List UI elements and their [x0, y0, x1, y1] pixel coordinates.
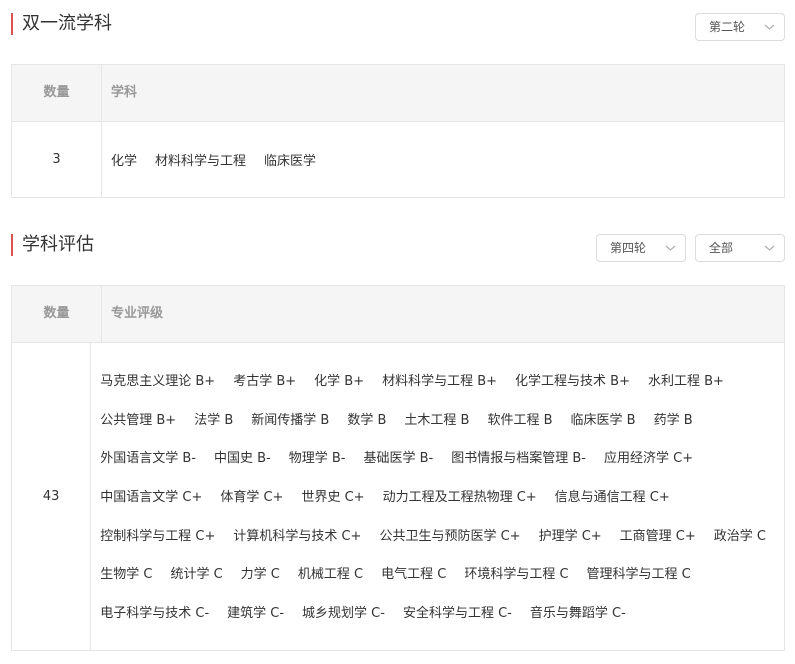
header-grades: 专业评级	[111, 306, 164, 321]
section-title: 双一流学科	[11, 13, 112, 35]
grade-row: 控制科学与工程 C+ 计算机科学与技术 C+ 公共卫生与预防医学 C+ 护理学 C+ 工…	[100, 525, 784, 564]
subject-count: 3	[12, 122, 102, 197]
grade-tag: 计算机科学与技术 C+	[233, 528, 362, 544]
grade-tag: 化学工程与技术 B+	[515, 374, 630, 389]
grade-tag: 电子科学与技术 C-	[100, 606, 210, 622]
grade-tag: 基础医学 B-	[363, 451, 434, 467]
grade-tag: 机械工程 C	[297, 567, 364, 583]
grade-tag: 生物学 C	[100, 567, 153, 583]
grade-tag: 工商管理 C+	[619, 528, 696, 544]
grade-tag: 管理科学与工程 C	[586, 567, 691, 583]
grade-tag: 动力工程及工程热物理 C+	[382, 490, 537, 506]
grade-tag: 护理学 C+	[538, 528, 602, 544]
grade-tag: 信息与通信工程 C+	[554, 490, 670, 506]
grade-tag: 建筑学 C-	[227, 606, 285, 622]
grade-tag: 外国语言文学 B-	[100, 451, 196, 467]
grade-tag: 控制科学与工程 C+	[100, 528, 216, 544]
grade-tag: 化学 B+	[314, 374, 365, 389]
chevron-down-icon	[764, 24, 775, 30]
subject-tag: 临床医学	[264, 154, 317, 169]
header-count: 数量	[12, 65, 102, 121]
level-select-value: 全部	[709, 241, 734, 255]
grade-tag: 政治学 C	[713, 528, 766, 544]
grade-row: 中国语言文学 C+ 体育学 C+ 世界史 C+ 动力工程及工程热物理 C+ 信息与通信工…	[100, 486, 784, 525]
grade-tag: 图书情报与档案管理 B-	[451, 451, 586, 467]
grade-tag: 城乡规划学 C-	[302, 606, 385, 622]
grade-tag: 新闻传播学 B	[251, 412, 330, 428]
grade-tag: 临床医学 B	[570, 412, 636, 428]
grade-row: 马克思主义理论 B+ 考古学 B+ 化学 B+ 材料科学与工程 B+ 化学工程与技术 B…	[100, 370, 784, 409]
grade-tag: 安全科学与工程 C-	[402, 606, 512, 622]
grade-tag: 马克思主义理论 B+	[100, 374, 216, 389]
table-header: 数量 学科	[12, 65, 784, 122]
grade-tag: 环境科学与工程 C	[464, 567, 569, 583]
grade-tag: 中国史 B-	[213, 451, 271, 467]
evaluation-table: 数量 专业评级 43 马克思主义理论 B+ 考古学 B+ 化学 B+ 材料科学与工程 …	[11, 285, 785, 651]
grade-tag: 音乐与舞蹈学 C-	[529, 606, 626, 622]
double-first-class-section: 双一流学科 第二轮 数量 学科 3 化学 材料科学与工程 临床医学	[11, 13, 785, 198]
table-row: 43 马克思主义理论 B+ 考古学 B+ 化学 B+ 材料科学与工程 B+ 化学工程与技…	[12, 343, 784, 650]
grade-row: 公共管理 B+ 法学 B 新闻传播学 B 数学 B 土木工程 B 软件工程 B 临床医学 B…	[100, 409, 784, 448]
grade-tag: 材料科学与工程 B+	[382, 374, 498, 389]
round-select[interactable]: 第四轮	[596, 234, 686, 262]
subject-tag: 材料科学与工程	[155, 154, 247, 169]
round-select-value: 第四轮	[610, 241, 647, 255]
grade-tag: 物理学 B-	[288, 451, 346, 467]
grade-tag: 考古学 B+	[233, 374, 297, 389]
subject-list: 化学 材料科学与工程 临床医学	[102, 122, 784, 197]
grade-tag: 中国语言文学 C+	[100, 490, 203, 506]
table-row: 3 化学 材料科学与工程 临床医学	[12, 122, 784, 197]
evaluation-section: 学科评估 第四轮 全部 数量 专业评级 43 马克思主义理论 B+ 考古学 B+…	[11, 234, 785, 651]
header-count: 数量	[12, 286, 102, 342]
grade-list: 马克思主义理论 B+ 考古学 B+ 化学 B+ 材料科学与工程 B+ 化学工程与技术 B…	[91, 343, 784, 650]
page: 双一流学科 第二轮 数量 学科 3 化学 材料科学与工程 临床医学 学科评估 第…	[0, 0, 795, 664]
grade-tag: 应用经济学 C+	[603, 451, 694, 467]
chevron-down-icon	[665, 245, 676, 251]
grade-tag: 统计学 C	[170, 567, 223, 583]
grade-tag: 公共卫生与预防医学 C+	[379, 528, 521, 544]
level-select[interactable]: 全部	[695, 234, 785, 262]
table-header: 数量 专业评级	[12, 286, 784, 343]
grade-tag: 药学 B	[653, 412, 693, 428]
chevron-down-icon	[764, 245, 775, 251]
subject-tag: 化学	[111, 154, 138, 169]
grade-row: 生物学 C 统计学 C 力学 C 机械工程 C 电气工程 C 环境科学与工程 C 管理科学与…	[100, 563, 784, 602]
section-header: 双一流学科 第二轮	[11, 13, 785, 43]
grade-tag: 力学 C	[240, 567, 280, 583]
grade-tag: 世界史 C+	[301, 490, 365, 506]
section-header: 学科评估 第四轮 全部	[11, 234, 785, 264]
grade-tag: 软件工程 B	[487, 412, 553, 428]
round-select[interactable]: 第二轮	[695, 13, 785, 41]
double-first-class-table: 数量 学科 3 化学 材料科学与工程 临床医学	[11, 64, 785, 198]
header-subjects: 学科	[111, 85, 138, 100]
grade-row: 外国语言文学 B- 中国史 B- 物理学 B- 基础医学 B- 图书情报与档案管理 B-…	[100, 447, 784, 486]
grade-tag: 水利工程 B+	[648, 374, 724, 389]
grade-tag: 土木工程 B	[404, 412, 470, 428]
grade-tag: 体育学 C+	[220, 490, 284, 506]
grade-tag: 电气工程 C	[381, 567, 447, 583]
grade-tag: 数学 B	[347, 412, 387, 428]
grade-tag: 法学 B	[194, 412, 234, 428]
round-select-value: 第二轮	[709, 20, 746, 34]
grade-tag: 公共管理 B+	[100, 412, 177, 428]
section-title: 学科评估	[11, 234, 94, 256]
subject-tags: 化学 材料科学与工程 临床医学	[111, 150, 334, 169]
grade-count: 43	[12, 343, 92, 650]
grade-row: 电子科学与技术 C- 建筑学 C- 城乡规划学 C- 安全科学与工程 C- 音乐与舞蹈学…	[100, 602, 784, 641]
